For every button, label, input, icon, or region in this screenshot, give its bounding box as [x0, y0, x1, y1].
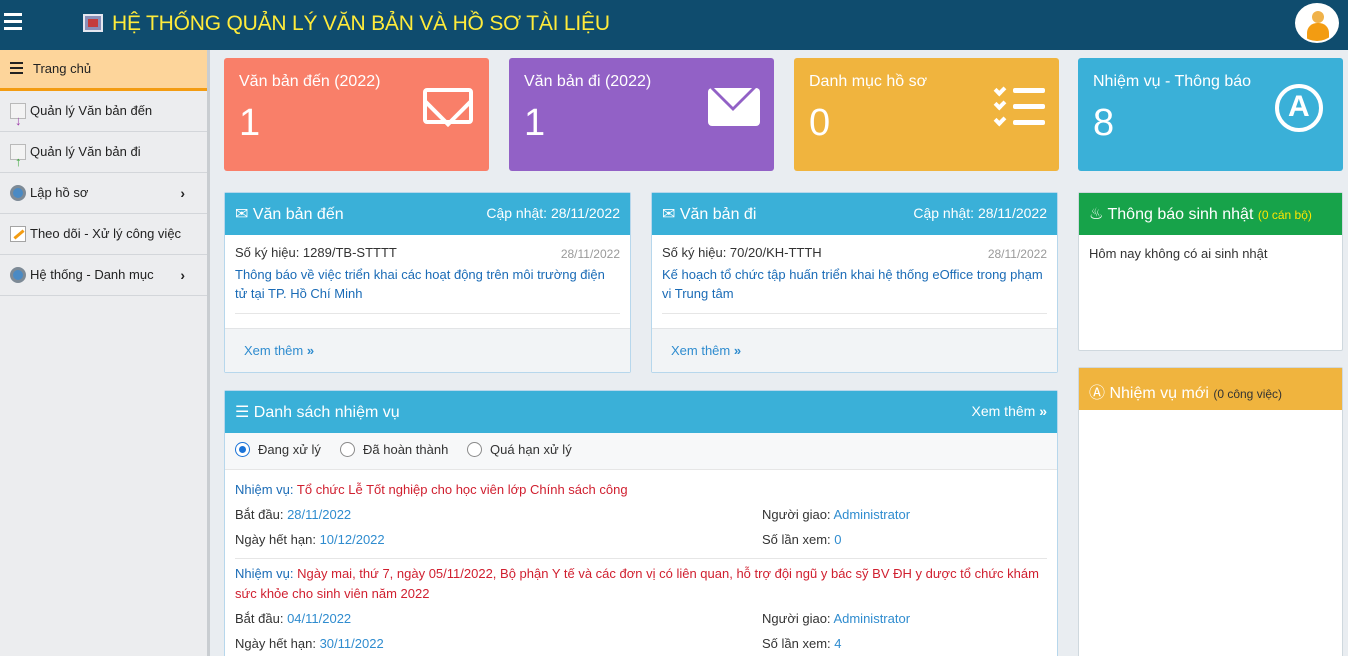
task-views: 4: [834, 636, 842, 651]
outgoing-docs-panel: ✉ Văn bản đi Cập nhật: 28/11/2022 Số ký …: [651, 192, 1058, 373]
stat-label: Văn bản đi (2022): [524, 73, 652, 90]
app-store-icon: Ⓐ: [1089, 385, 1106, 402]
user-avatar[interactable]: [1295, 3, 1339, 43]
stat-value: 8: [1093, 102, 1115, 144]
gear-icon: [10, 185, 26, 201]
stat-label: Danh mục hồ sơ: [809, 73, 928, 90]
double-chevron-icon: »: [733, 343, 742, 358]
sidebar-item-incoming-docs[interactable]: Quản lý Văn bản đến: [0, 91, 207, 141]
checklist-icon: ☰: [235, 404, 250, 421]
task-deadline: 30/11/2022: [319, 636, 384, 651]
task-title: Nhiệm vụ: Tổ chức Lễ Tốt nghiệp cho học …: [235, 482, 628, 497]
panel-updated: Cập nhật: 28/11/2022: [486, 205, 620, 221]
incoming-doc-icon: [10, 101, 26, 141]
envelope-outline-icon: [423, 88, 475, 128]
stat-card-tasks[interactable]: Nhiệm vụ - Thông báo 8: [1078, 58, 1343, 171]
doc-number: Số ký hiệu: 70/20/KH-TTTH: [662, 245, 822, 260]
see-more-link[interactable]: Xem thêm »: [671, 343, 741, 358]
doc-link[interactable]: Thông báo về việc triển khai các hoạt độ…: [235, 265, 620, 303]
doc-date: 28/11/2022: [987, 247, 1047, 261]
task-views: 0: [834, 532, 842, 547]
sidebar-item-label: Lập hồ sơ: [30, 185, 89, 200]
envelope-icon: [708, 88, 760, 128]
outgoing-doc-icon: [10, 142, 26, 182]
chevron-right-icon: ›: [180, 267, 185, 283]
sidebar-item-home[interactable]: Trang chủ: [0, 50, 207, 91]
stat-label: Nhiệm vụ - Thông báo: [1093, 73, 1252, 90]
hamburger-menu-icon[interactable]: [4, 13, 22, 31]
doc-number: Số ký hiệu: 1289/TB-STTTT: [235, 245, 397, 260]
panel-title: Danh sách nhiệm vụ: [253, 404, 400, 421]
sidebar-item-label: Theo dõi - Xử lý công việc: [30, 226, 182, 241]
doc-date: 28/11/2022: [560, 247, 620, 261]
filter-overdue-radio[interactable]: Quá hạn xử lý: [467, 442, 572, 457]
incoming-docs-panel: ✉ Văn bản đến Cập nhật: 28/11/2022 Số ký…: [224, 192, 631, 373]
sidebar-item-system[interactable]: Hệ thống - Danh mục ›: [0, 255, 207, 296]
stat-card-incoming[interactable]: Văn bản đến (2022) 1: [224, 58, 489, 171]
stat-card-outgoing[interactable]: Văn bản đi (2022) 1: [509, 58, 774, 171]
birthday-panel: ♨ Thông báo sinh nhật (0 cán bộ) Hôm nay…: [1078, 192, 1343, 351]
task-assigner: Administrator: [833, 611, 911, 626]
app-store-icon: [1275, 84, 1327, 132]
sidebar-item-label: Quản lý Văn bản đi: [30, 144, 141, 159]
panel-updated: Cập nhật: 28/11/2022: [913, 205, 1047, 221]
cake-icon: ♨: [1089, 206, 1104, 223]
sidebar-item-label: Quản lý Văn bản đến: [30, 103, 153, 118]
sidebar-item-task-tracking[interactable]: Theo dõi - Xử lý công việc: [0, 214, 207, 255]
stat-card-records[interactable]: Danh mục hồ sơ 0: [794, 58, 1059, 171]
panel-title: Nhiệm vụ mới: [1109, 385, 1209, 402]
panel-title: Văn bản đến: [252, 206, 344, 223]
new-tasks-panel: Ⓐ Nhiệm vụ mới (0 công việc): [1078, 367, 1343, 656]
sidebar-item-records[interactable]: Lập hồ sơ ›: [0, 173, 207, 214]
task-start-date: 28/11/2022: [287, 507, 352, 522]
new-task-count: (0 công việc): [1213, 387, 1283, 401]
see-more-link[interactable]: Xem thêm »: [972, 403, 1048, 419]
app-title: HỆ THỐNG QUẢN LÝ VĂN BẢN VÀ HỒ SƠ TÀI LI…: [112, 12, 610, 35]
task-assigner: Administrator: [833, 507, 911, 522]
menu-icon: [10, 62, 26, 78]
stat-value: 1: [239, 102, 261, 144]
chevron-right-icon: ›: [180, 185, 185, 201]
birthday-message: Hôm nay không có ai sinh nhật: [1089, 246, 1268, 261]
envelope-icon: ✉: [662, 206, 676, 223]
task-start-date: 04/11/2022: [287, 611, 352, 626]
sidebar-item-label: Trang chủ: [33, 61, 92, 76]
task-title: Nhiệm vụ: Ngày mai, thứ 7, ngày 05/11/20…: [235, 566, 1039, 601]
task-item[interactable]: Nhiệm vụ: Ngày mai, thứ 7, ngày 05/11/20…: [225, 559, 1057, 656]
gear-icon: [10, 267, 26, 283]
double-chevron-icon: »: [1039, 403, 1047, 419]
task-deadline: 10/12/2022: [319, 532, 385, 547]
panel-title: Thông báo sinh nhật: [1107, 206, 1254, 223]
sidebar-item-label: Hệ thống - Danh mục: [30, 267, 154, 282]
envelope-icon: ✉: [235, 206, 249, 223]
double-chevron-icon: »: [306, 343, 315, 358]
stat-value: 0: [809, 102, 831, 144]
birthday-count: (0 cán bộ): [1257, 208, 1312, 222]
panel-title: Văn bản đi: [679, 206, 757, 223]
task-filter-group: Đang xử lý Đã hoàn thành Quá hạn xử lý: [225, 433, 1057, 470]
see-more-link[interactable]: Xem thêm »: [244, 343, 314, 358]
filter-processing-radio[interactable]: Đang xử lý: [235, 442, 321, 457]
task-list-panel: ☰ Danh sách nhiệm vụ Xem thêm » Đang xử …: [224, 390, 1058, 656]
doc-link[interactable]: Kế hoạch tổ chức tập huấn triển khai hệ …: [662, 265, 1047, 303]
checklist-icon: [993, 83, 1045, 127]
sidebar-item-outgoing-docs[interactable]: Quản lý Văn bản đi: [0, 132, 207, 182]
filter-completed-radio[interactable]: Đã hoàn thành: [340, 442, 448, 457]
task-item[interactable]: Nhiệm vụ: Tổ chức Lễ Tốt nghiệp cho học …: [225, 470, 1057, 552]
app-logo-icon: [83, 14, 103, 32]
stat-value: 1: [524, 102, 546, 144]
top-bar: HỆ THỐNG QUẢN LÝ VĂN BẢN VÀ HỒ SƠ TÀI LI…: [0, 0, 1348, 50]
pen-icon: [10, 226, 26, 242]
stat-label: Văn bản đến (2022): [239, 73, 381, 90]
sidebar: Trang chủ Quản lý Văn bản đến Quản lý Vă…: [0, 50, 210, 656]
